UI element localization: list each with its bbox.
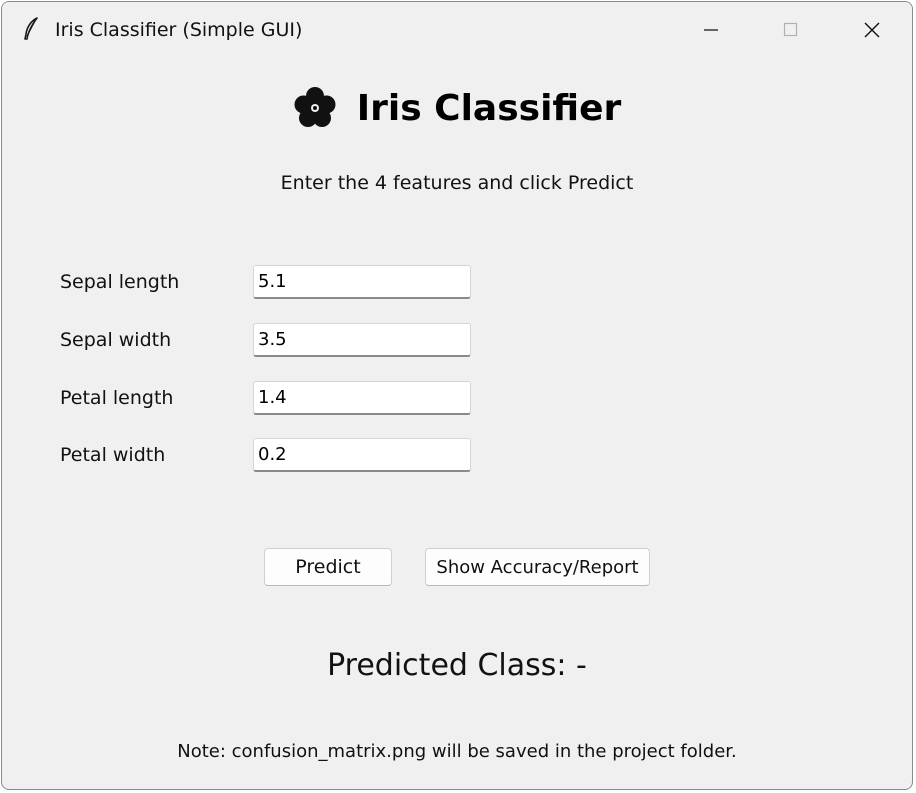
maximize-icon xyxy=(783,22,798,37)
close-button[interactable] xyxy=(832,2,912,58)
predict-button[interactable]: Predict xyxy=(264,548,392,586)
sepal-length-input[interactable] xyxy=(253,265,471,299)
title-bar: Iris Classifier (Simple GUI) xyxy=(2,2,912,58)
header: Iris Classifier xyxy=(2,86,912,130)
flower-icon xyxy=(294,87,336,127)
sepal-length-label: Sepal length xyxy=(60,271,180,293)
note-text: Note: confusion_matrix.png will be saved… xyxy=(177,741,737,762)
minimize-icon xyxy=(704,29,718,31)
sepal-width-input[interactable] xyxy=(253,323,471,357)
petal-width-label: Petal width xyxy=(60,444,166,466)
instruction-text: Enter the 4 features and click Predict xyxy=(280,172,634,194)
minimize-button[interactable] xyxy=(671,2,751,58)
app-window: Iris Classifier (Simple GUI) Iris Classi… xyxy=(1,1,913,790)
window-title: Iris Classifier (Simple GUI) xyxy=(55,19,303,41)
petal-length-label: Petal length xyxy=(60,387,174,409)
petal-length-input[interactable] xyxy=(253,381,471,415)
feather-icon xyxy=(24,17,38,40)
predicted-class-label: Predicted Class: - xyxy=(327,648,587,683)
page-title: Iris Classifier xyxy=(356,87,622,129)
petal-width-input[interactable] xyxy=(253,438,471,472)
maximize-button[interactable] xyxy=(751,2,831,58)
sepal-width-label: Sepal width xyxy=(60,329,172,351)
show-report-button[interactable]: Show Accuracy/Report xyxy=(425,548,650,586)
close-icon xyxy=(864,22,880,38)
